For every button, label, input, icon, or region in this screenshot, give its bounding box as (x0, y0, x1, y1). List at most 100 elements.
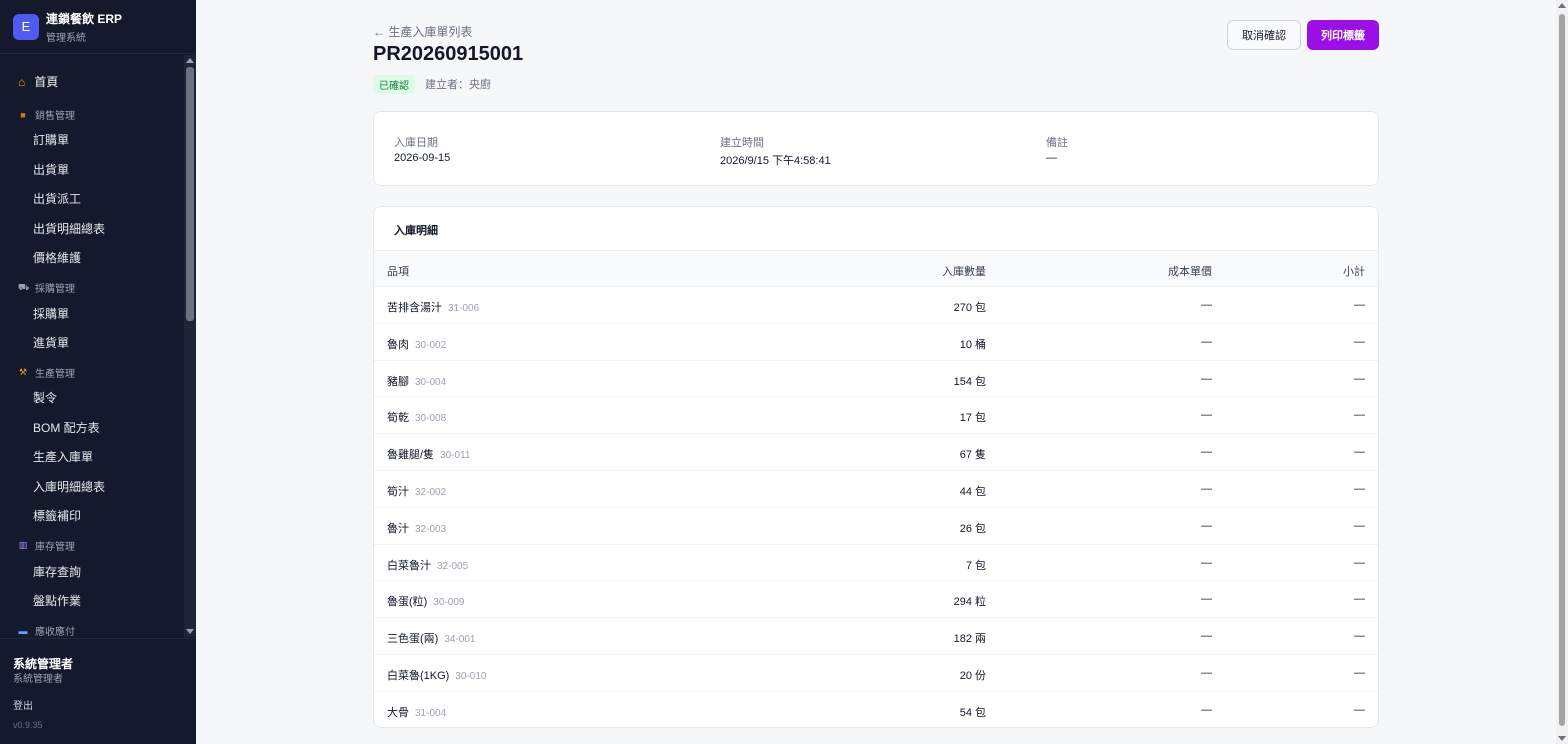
brand-logo: E (13, 13, 39, 40)
sidebar-scrollbar[interactable] (184, 55, 196, 637)
sidebar-item-home[interactable]: ⌂ 首頁 (18, 73, 58, 90)
quantity-cell: 44 包 (959, 485, 986, 498)
logout-link[interactable]: 登出 (13, 697, 33, 712)
sidebar-item-dispatch[interactable]: 出貨派工 (33, 190, 81, 207)
created-time-value: 2026/9/15 下午4:58:41 (720, 155, 831, 167)
back-to-list-link[interactable]: ← 生產入庫單列表 (373, 23, 472, 40)
page-scroll-thumb[interactable] (1559, 14, 1565, 726)
subtotal-cell: — (1354, 630, 1365, 643)
quantity-cell: 7 包 (965, 559, 986, 572)
item-code: 30-008 (415, 413, 447, 425)
sidebar-item-receipt-summary[interactable]: 入庫明細總表 (33, 478, 105, 495)
sidebar-section-production[interactable]: ⚒ 生產管理 (18, 365, 75, 380)
sidebar-item-pricing[interactable]: 價格維護 (33, 249, 81, 266)
created-time-label: 建立時間 (720, 137, 764, 149)
quantity-cell: 17 包 (959, 412, 986, 425)
sidebar-item-label: 首頁 (34, 75, 59, 89)
card-icon: ▬ (18, 625, 28, 636)
sidebar-item-work-orders[interactable]: 製令 (33, 389, 57, 406)
item-code: 32-005 (437, 560, 469, 572)
item-name: 魯蛋(粒) (387, 596, 428, 609)
item-name: 筍汁 (387, 485, 409, 498)
item-name: 大骨 (387, 706, 409, 719)
item-name: 三色蛋(兩) (387, 633, 439, 646)
sidebar-item-stock-query[interactable]: 庫存查詢 (33, 563, 81, 580)
item-code: 30-009 (433, 597, 465, 609)
sidebar-section-purchasing[interactable]: ⛟ 採購管理 (18, 280, 75, 296)
box-icon: ■ (20, 109, 26, 120)
details-title: 入庫明細 (394, 225, 438, 237)
sidebar-item-shipments[interactable]: 出貨單 (33, 161, 69, 178)
subtotal-cell: — (1354, 299, 1365, 311)
table-row: 筍汁 32-002 44 包 — — (374, 471, 1378, 508)
table-row: 魯雞腿/隻 30-011 67 隻 — — (374, 434, 1378, 471)
sidebar-item-receipts[interactable]: 進貨單 (33, 334, 69, 351)
unit-cost-cell: — (1201, 335, 1212, 348)
sidebar-item-bom[interactable]: BOM 配方表 (33, 419, 100, 436)
factory-icon: ⚒ (18, 367, 28, 377)
unit-cost-cell: — (1201, 630, 1212, 643)
item-name: 豬腳 (387, 375, 409, 388)
unit-cost-cell: — (1201, 409, 1212, 422)
table-body: 苦排含湯汁 31-006 270 包 — — 魯肉 30-002 10 桶 — — 豬腳 30-004… (374, 287, 1378, 727)
quantity-cell: 67 隻 (959, 449, 986, 462)
scroll-up-arrow-icon[interactable] (1558, 3, 1566, 8)
cancel-confirm-button[interactable]: 取消確認 (1227, 20, 1301, 50)
sidebar-section-label: 庫存管理 (35, 542, 75, 553)
sidebar-item-stocktake[interactable]: 盤點作業 (33, 592, 81, 609)
table-row: 白菜魯汁 32-005 7 包 — — (374, 545, 1378, 582)
table-row: 魯肉 30-002 10 桶 — — (374, 324, 1378, 361)
item-code: 32-003 (415, 523, 447, 535)
sidebar-nav: ⌂ 首頁 ■ 銷售管理 訂購單 出貨單 出貨派工 出貨明細總表 價格維護 ⛟ 採… (0, 55, 184, 638)
item-name-cell: 大骨 31-004 (387, 704, 446, 720)
item-code: 30-002 (415, 339, 447, 351)
unit-cost-cell: — (1201, 482, 1212, 495)
brand: E 連鎖餐飲 ERP 管理系統 (0, 0, 196, 54)
item-name-cell: 魯蛋(粒) 30-009 (387, 593, 464, 609)
scroll-down-arrow-icon[interactable] (186, 629, 194, 634)
column-header-item: 品項 (387, 266, 409, 278)
unit-cost-cell: — (1201, 703, 1212, 716)
sidebar-scroll-thumb[interactable] (186, 67, 194, 321)
brand-subtitle: 管理系統 (46, 32, 86, 44)
user-panel: 系統管理者 系統管理者 登出 v0.9.35 (0, 638, 196, 744)
item-code: 31-006 (448, 303, 480, 314)
item-name-cell: 魯雞腿/隻 30-011 (387, 446, 470, 462)
sidebar-item-shipment-summary[interactable]: 出貨明細總表 (33, 220, 105, 237)
subtotal-cell: — (1354, 446, 1365, 459)
column-header-unit-cost: 成本單價 (1168, 266, 1212, 278)
item-name-cell: 苦排含湯汁 31-006 (387, 299, 479, 315)
column-header-subtotal: 小計 (1343, 266, 1365, 278)
unit-cost-cell: — (1201, 446, 1212, 459)
quantity-cell: 54 包 (959, 706, 986, 719)
item-name-cell: 魯肉 30-002 (387, 336, 446, 352)
page-scrollbar[interactable] (1556, 0, 1568, 744)
item-name: 筍乾 (387, 412, 409, 425)
receipt-date-value: 2026-09-15 (394, 152, 451, 164)
creator-label: 建立者：央廚 (425, 79, 491, 91)
item-name: 白菜魯(1KG) (387, 669, 450, 682)
subtotal-cell: — (1354, 519, 1365, 532)
sidebar-item-production-receipts[interactable]: 生產入庫單 (33, 448, 93, 465)
item-name-cell: 白菜魯汁 32-005 (387, 557, 468, 573)
note-value: — (1046, 152, 1057, 164)
sidebar-item-label-reprint[interactable]: 標籤補印 (33, 507, 81, 524)
column-header-quantity: 入庫數量 (942, 266, 986, 278)
sidebar: E 連鎖餐飲 ERP 管理系統 ⌂ 首頁 ■ 銷售管理 訂購單 出貨單 出貨派工… (0, 0, 196, 744)
sidebar-section-ar-ap[interactable]: ▬ 應收應付 (18, 623, 76, 638)
scroll-up-arrow-icon[interactable] (186, 58, 194, 63)
sidebar-item-purchase-orders[interactable]: 採購單 (33, 305, 69, 322)
quantity-cell: 20 份 (959, 669, 986, 682)
item-code: 30-004 (415, 376, 447, 388)
scroll-down-arrow-icon[interactable] (1558, 736, 1566, 741)
item-name-cell: 三色蛋(兩) 34-001 (387, 630, 475, 646)
subtotal-cell: — (1354, 703, 1365, 716)
sidebar-section-sales[interactable]: ■ 銷售管理 (18, 107, 75, 123)
print-labels-button[interactable]: 列印標籤 (1307, 20, 1379, 50)
sidebar-section-inventory[interactable]: ▥ 庫存管理 (18, 538, 75, 553)
sidebar-item-orders[interactable]: 訂購單 (33, 131, 69, 148)
cart-icon: ⛟ (18, 281, 30, 292)
subtotal-cell: — (1354, 556, 1365, 569)
subtotal-cell: — (1354, 666, 1365, 679)
quantity-cell: 10 桶 (959, 338, 986, 351)
